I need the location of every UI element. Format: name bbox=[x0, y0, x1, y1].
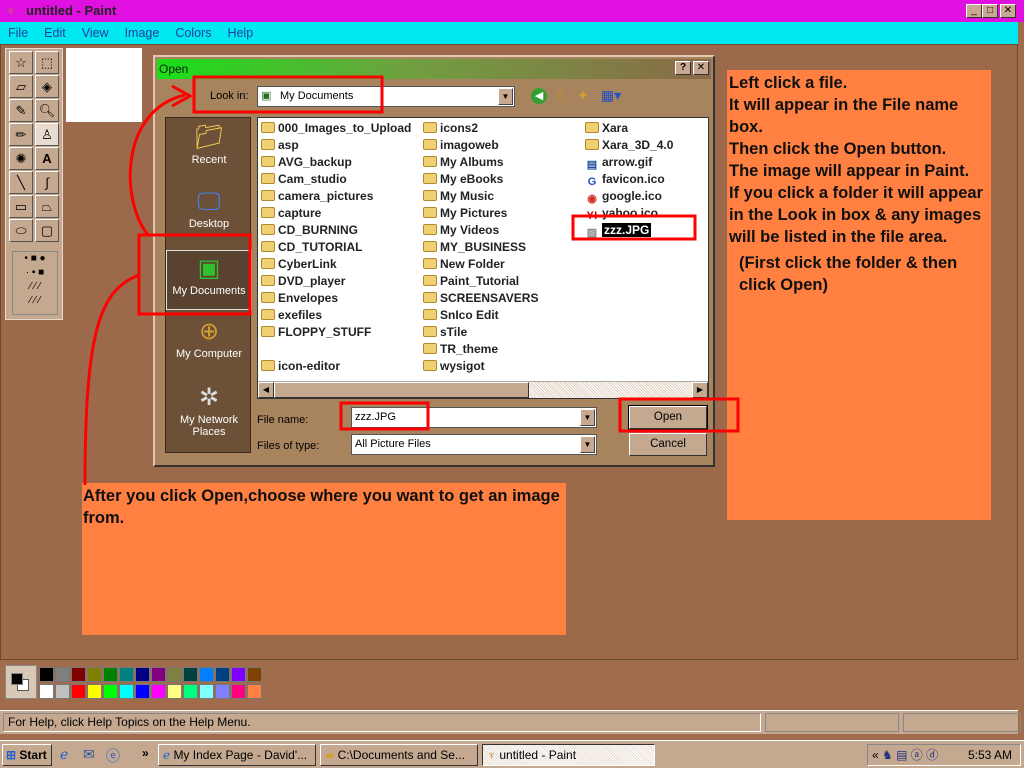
ie-icon[interactable]: ℯ bbox=[60, 746, 68, 763]
color-swatch[interactable] bbox=[135, 667, 150, 682]
color-swatch[interactable] bbox=[103, 667, 118, 682]
selected-file-highlight bbox=[571, 214, 697, 241]
status-pane bbox=[765, 713, 899, 732]
color-swatch[interactable] bbox=[119, 667, 134, 682]
color-swatch[interactable] bbox=[151, 684, 166, 699]
color-palette bbox=[5, 665, 262, 701]
file-name-highlight bbox=[339, 401, 430, 431]
open-button-highlight bbox=[618, 397, 740, 433]
color-swatch[interactable] bbox=[39, 684, 54, 699]
color-swatch[interactable] bbox=[183, 667, 198, 682]
color-swatch[interactable] bbox=[199, 667, 214, 682]
task-paint[interactable]: ♆ untitled - Paint bbox=[482, 744, 655, 766]
ie-icon: ℯ bbox=[163, 748, 174, 762]
color-swatch[interactable] bbox=[55, 684, 70, 699]
folder-icon: ▰ bbox=[325, 748, 338, 762]
color-swatch[interactable] bbox=[183, 684, 198, 699]
tray-icons[interactable]: ♞ ▤ ⓐ ⓓ bbox=[882, 748, 938, 762]
system-tray: « ♞ ▤ ⓐ ⓓ 5:53 AM bbox=[867, 744, 1021, 766]
clock: 5:53 AM bbox=[967, 748, 1012, 762]
color-swatch[interactable] bbox=[119, 684, 134, 699]
color-swatch[interactable] bbox=[71, 667, 86, 682]
task-documents-folder[interactable]: ▰ C:\Documents and Se... bbox=[320, 744, 478, 766]
start-button[interactable]: ⊞ Start bbox=[2, 744, 52, 766]
annotation-overlay bbox=[83, 75, 740, 486]
color-swatch[interactable] bbox=[247, 684, 262, 699]
task-my-index-page[interactable]: ℯ My Index Page - David'... bbox=[158, 744, 316, 766]
color-swatch[interactable] bbox=[199, 684, 214, 699]
color-swatch[interactable] bbox=[215, 667, 230, 682]
paint-app-icon: ♆ bbox=[487, 748, 500, 762]
color-swatch[interactable] bbox=[151, 667, 166, 682]
color-swatch[interactable] bbox=[55, 667, 70, 682]
color-swatch[interactable] bbox=[231, 667, 246, 682]
color-swatch[interactable] bbox=[215, 684, 230, 699]
tray-chevron[interactable]: « bbox=[868, 748, 879, 762]
my-documents-highlight bbox=[137, 233, 252, 316]
color-swatch[interactable] bbox=[103, 684, 118, 699]
arrow-from-annotation bbox=[83, 273, 140, 486]
status-text: For Help, click Help Topics on the Help … bbox=[3, 713, 761, 732]
color-swatch[interactable] bbox=[167, 684, 182, 699]
windows-logo-icon: ⊞ bbox=[6, 748, 17, 762]
color-swatch[interactable] bbox=[231, 684, 246, 699]
look-in-highlight bbox=[192, 75, 384, 114]
color-swatch[interactable] bbox=[167, 667, 182, 682]
browser-icon[interactable]: ⓔ bbox=[106, 746, 120, 766]
quicklaunch-chevron[interactable]: » bbox=[142, 746, 149, 760]
current-colors[interactable] bbox=[5, 665, 37, 699]
arrow-to-look-in bbox=[128, 93, 186, 236]
status-bar: For Help, click Help Topics on the Help … bbox=[0, 710, 1021, 734]
taskbar: ⊞ Start ℯ ✉ ⓔ » ℯ My Index Page - David'… bbox=[0, 740, 1024, 768]
outlook-icon[interactable]: ✉ bbox=[83, 746, 95, 763]
color-swatch[interactable] bbox=[39, 667, 54, 682]
color-swatch[interactable] bbox=[135, 684, 150, 699]
color-swatch[interactable] bbox=[87, 667, 102, 682]
status-pane bbox=[903, 713, 1021, 732]
color-swatch[interactable] bbox=[71, 684, 86, 699]
color-swatch[interactable] bbox=[247, 667, 262, 682]
color-swatch[interactable] bbox=[87, 684, 102, 699]
